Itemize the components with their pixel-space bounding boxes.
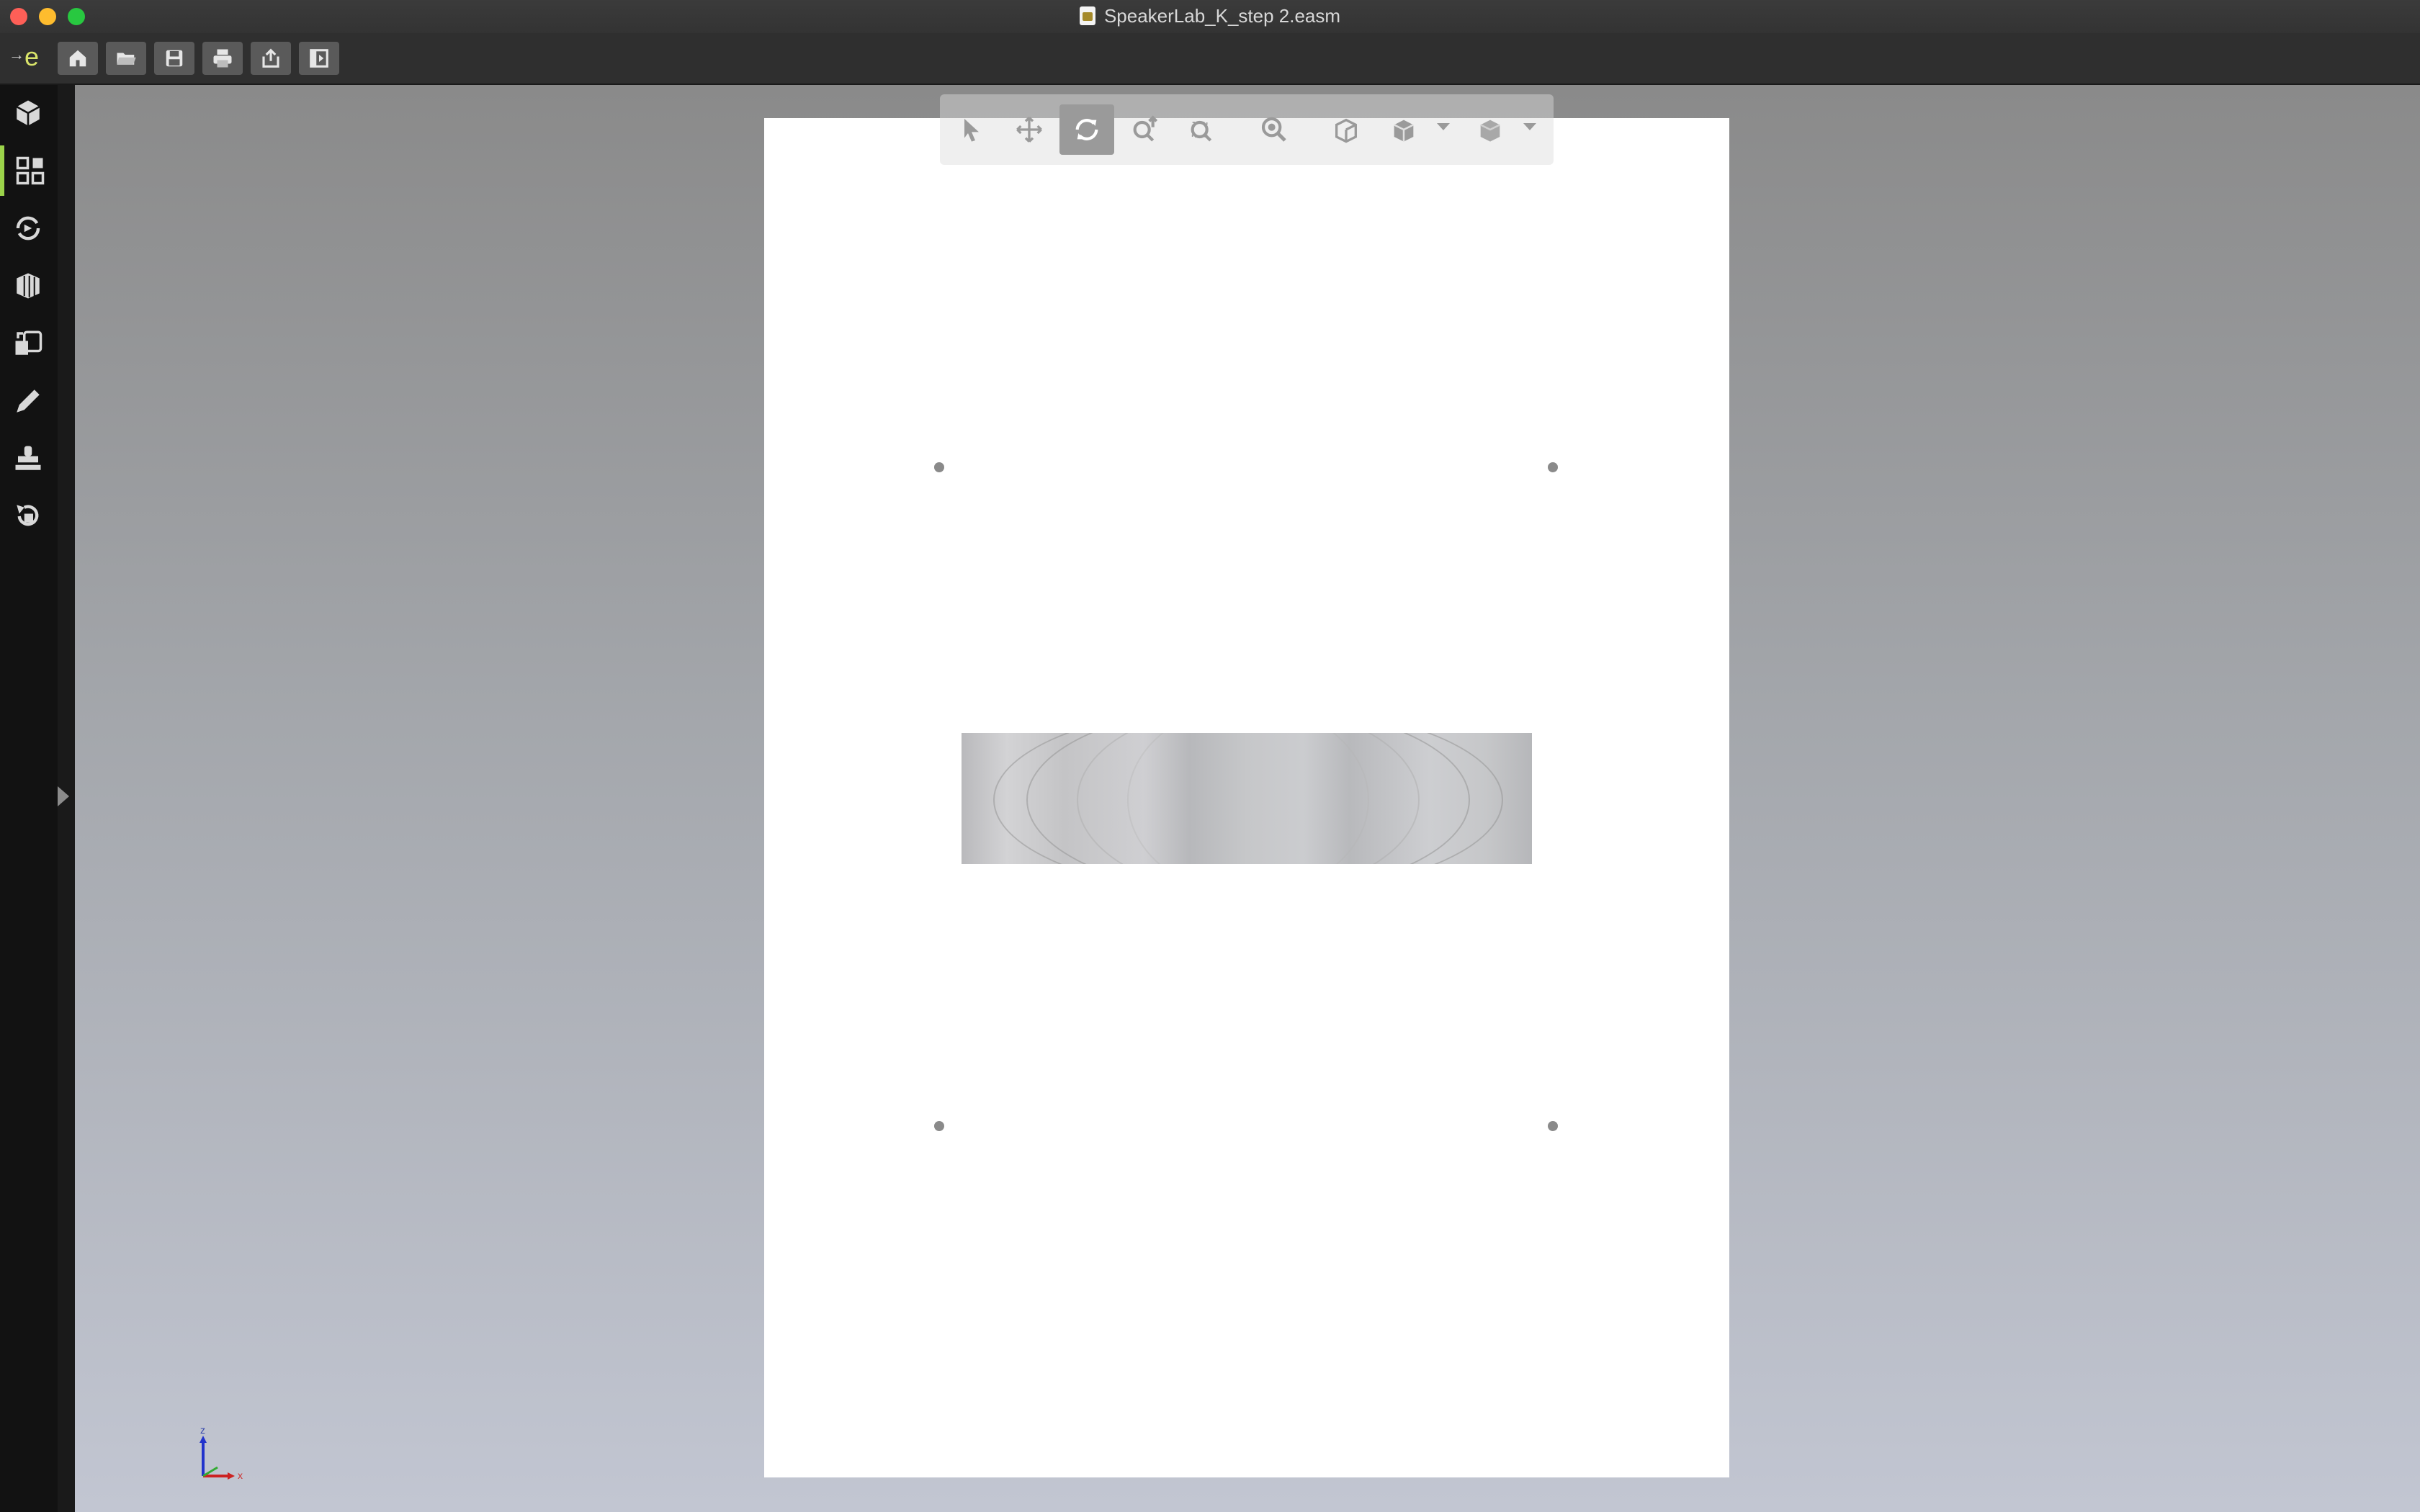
section-icon xyxy=(1480,120,1500,142)
3d-viewport[interactable]: z x xyxy=(75,85,2420,1512)
axis-triad: z x xyxy=(200,1426,243,1481)
display-style-chevron-down-icon[interactable] xyxy=(1437,123,1450,130)
corner-handle-bottom-left[interactable] xyxy=(934,1121,944,1131)
select-icon xyxy=(964,119,979,142)
view-toolbar xyxy=(940,94,1554,165)
animation-icon xyxy=(16,216,40,240)
speaker-ring xyxy=(1127,733,1369,864)
open-folder-icon xyxy=(117,53,136,65)
assembly-icon xyxy=(16,100,40,126)
standard-views-icon xyxy=(1335,118,1357,143)
sidebar-item-mass-properties[interactable] xyxy=(0,318,56,369)
zoom-area-tool-button[interactable] xyxy=(1175,104,1229,155)
title-bar: SpeakerLab_K_step 2.easm xyxy=(0,0,2420,33)
select-tool-button[interactable] xyxy=(944,104,999,155)
stamp-icon xyxy=(15,446,41,470)
display-style-button[interactable] xyxy=(1376,104,1431,155)
corner-handle-bottom-right[interactable] xyxy=(1548,1121,1558,1131)
app-logo[interactable]: →e xyxy=(9,42,39,72)
home-button[interactable] xyxy=(58,42,98,75)
main-toolbar: →e xyxy=(0,33,2420,85)
left-sidebar xyxy=(0,85,58,1512)
sidebar-item-cross-section[interactable] xyxy=(0,261,56,311)
section-view-button[interactable] xyxy=(1463,104,1518,155)
app-logo-text: e xyxy=(24,42,40,71)
rotate-icon xyxy=(1075,119,1098,140)
share-button[interactable] xyxy=(251,42,291,75)
section-view-chevron-down-icon[interactable] xyxy=(1523,123,1536,130)
print-icon xyxy=(213,49,232,68)
open-button[interactable] xyxy=(106,42,146,75)
speaker-model-render[interactable] xyxy=(962,733,1532,864)
standard-views-button[interactable] xyxy=(1319,104,1373,155)
zoom-area-icon xyxy=(1191,120,1212,142)
sidebar-item-review[interactable] xyxy=(0,491,56,541)
sidebar-item-animation[interactable] xyxy=(0,203,56,253)
zoom-fit-tool-button[interactable] xyxy=(1247,104,1301,155)
logo-arrow-icon: → xyxy=(9,45,24,63)
triad-x-label: x xyxy=(238,1470,243,1481)
mass-properties-icon xyxy=(15,330,42,355)
triad-z-label: z xyxy=(200,1426,205,1436)
window-title: SpeakerLab_K_step 2.easm xyxy=(1103,5,1341,27)
dashboard-icon xyxy=(16,156,45,185)
panel-toggle-icon xyxy=(310,49,328,68)
sidebar-item-dashboard[interactable] xyxy=(0,145,56,196)
sidebar-expand-arrow-icon[interactable] xyxy=(58,786,69,806)
sidebar-item-assembly[interactable] xyxy=(0,88,56,138)
zoom-fit-icon xyxy=(1261,117,1286,142)
panel-toggle-button[interactable] xyxy=(299,42,339,75)
save-icon xyxy=(166,50,183,67)
share-icon xyxy=(262,48,279,68)
window-title-wrap: SpeakerLab_K_step 2.easm xyxy=(0,5,2420,27)
corner-handle-top-right[interactable] xyxy=(1548,462,1558,472)
review-icon xyxy=(17,505,39,526)
pan-tool-button[interactable] xyxy=(1002,104,1057,155)
pan-icon xyxy=(1016,117,1042,143)
cross-section-icon xyxy=(17,273,40,299)
corner-handle-top-left[interactable] xyxy=(934,462,944,472)
zoom-icon xyxy=(1133,115,1158,142)
home-icon xyxy=(69,50,86,67)
sidebar-item-stamp[interactable] xyxy=(0,433,56,484)
markup-pen-icon xyxy=(17,390,40,413)
document-icon xyxy=(1079,6,1095,25)
zoom-tool-button[interactable] xyxy=(1117,104,1172,155)
rotate-tool-button[interactable] xyxy=(1059,104,1114,155)
sidebar-item-markup[interactable] xyxy=(0,376,56,426)
print-button[interactable] xyxy=(202,42,243,75)
display-style-icon xyxy=(1394,120,1414,142)
save-button[interactable] xyxy=(154,42,194,75)
